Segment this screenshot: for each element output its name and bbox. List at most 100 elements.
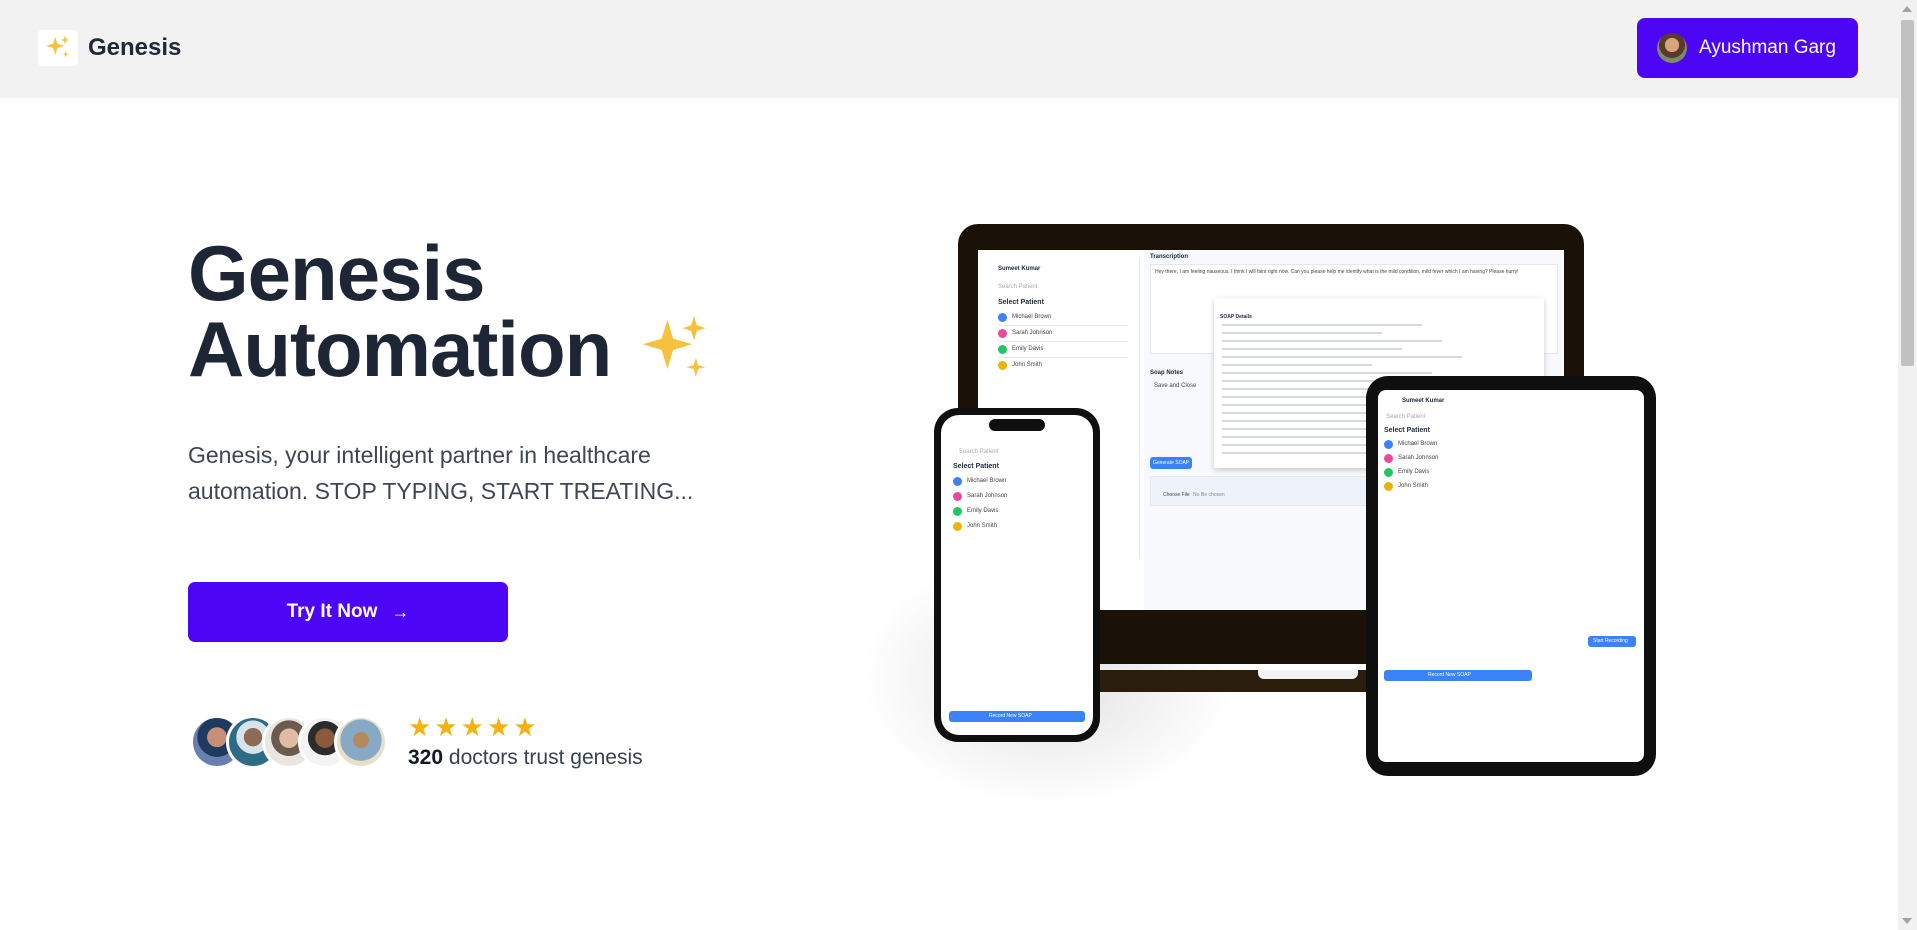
patient-name: Michael Brown — [1012, 314, 1052, 320]
trust-text: ★ ★ ★ ★ ★ 320 doctors trust genesis — [408, 714, 643, 770]
select-patient-heading: Select Patient — [998, 299, 1044, 306]
patient-dot — [1384, 468, 1393, 477]
patient-dot — [998, 329, 1007, 338]
start-recording-label: Start Recording — [1593, 638, 1628, 644]
doctor-name: Sumeet Kumar — [1402, 398, 1445, 404]
patient-name: John Smith — [1012, 362, 1043, 368]
brand-name: Genesis — [88, 34, 182, 61]
scroll-up-arrow-icon[interactable] — [1902, 6, 1912, 12]
patient-name: Emily Davis — [967, 508, 999, 514]
save-close: Save and Close — [1154, 383, 1197, 389]
patient-dot — [1384, 482, 1393, 491]
record-new-soap-label: Record New SOAP — [1428, 672, 1471, 678]
star-icon: ★ — [434, 712, 458, 742]
star-icon: ★ — [513, 712, 537, 742]
top-navbar: Genesis Ayushman Garg — [0, 0, 1898, 98]
text-line — [1222, 324, 1422, 326]
patient-dot — [953, 522, 962, 531]
doctor-name: Sumeet Kumar — [998, 266, 1041, 272]
user-avatar — [1657, 33, 1687, 63]
hero-title: Genesis Automation — [188, 229, 713, 399]
patient-dot — [998, 313, 1007, 322]
hero-title-line-2: Automation — [188, 310, 713, 399]
social-proof: ★ ★ ★ ★ ★ 320 doctors trust genesis — [190, 714, 643, 770]
no-file-chosen: No file chosen — [1193, 492, 1225, 498]
patient-dot — [953, 507, 962, 516]
generate-soap-button: Generate SOAP — [1150, 457, 1192, 469]
star-icon: ★ — [408, 712, 432, 742]
hero-title-line-1: Genesis — [188, 229, 486, 317]
phone-mockup: Search Patient Select Patient Michael Br… — [934, 408, 1100, 742]
patient-dot — [953, 477, 962, 486]
hero-subtitle-line-2: automation. STOP TYPING, START TREATING.… — [188, 478, 694, 504]
patient-name: John Smith — [967, 523, 998, 529]
sparkles-icon — [38, 30, 78, 66]
patient-dot — [998, 345, 1007, 354]
page: Genesis Ayushman Garg Genesis Automation… — [0, 0, 1917, 930]
choose-file: Choose File — [1163, 492, 1190, 498]
laptop-notch — [1258, 670, 1358, 679]
try-it-now-label: Try It Now — [286, 601, 378, 622]
select-patient-heading: Select Patient — [1384, 427, 1430, 434]
brand[interactable]: Genesis — [38, 30, 181, 66]
select-patient-heading: Select Patient — [953, 463, 999, 470]
doctor-avatars — [190, 715, 388, 769]
patient-name: Michael Brown — [1398, 441, 1438, 447]
tablet-screen: Sumeet Kumar Search Patient Select Patie… — [1378, 390, 1644, 762]
record-new-soap-label: Record New SOAP — [989, 713, 1032, 719]
patient-name: Emily Davis — [1012, 346, 1044, 352]
hero-subtitle: Genesis, your intelligent partner in hea… — [188, 437, 748, 509]
divider — [998, 325, 1128, 326]
tablet-mockup: Sumeet Kumar Search Patient Select Patie… — [1366, 376, 1656, 776]
start-recording-button: Start Recording — [1588, 636, 1636, 647]
try-it-now-button[interactable]: Try It Now → — [188, 582, 508, 642]
patient-name: Sarah Johnson — [1012, 330, 1053, 336]
rating-stars: ★ ★ ★ ★ ★ — [408, 714, 643, 740]
text-line — [1222, 332, 1382, 334]
text-line — [1222, 372, 1432, 374]
scroll-thumb[interactable] — [1901, 20, 1914, 366]
patient-dot — [998, 361, 1007, 370]
patient-name: Michael Brown — [967, 478, 1007, 484]
transcription-text: Hey there, I am feeling nauseous. I thin… — [1155, 269, 1519, 275]
trust-label: doctors trust genesis — [448, 746, 643, 769]
soap-notes-label: Soap Notes — [1150, 370, 1184, 376]
text-line — [1222, 364, 1372, 366]
user-name: Ayushman Garg — [1699, 37, 1836, 58]
search-patient: Search Patient — [959, 449, 999, 455]
arrow-right-icon: → — [391, 601, 410, 622]
generate-soap-label: Generate SOAP — [1153, 460, 1190, 466]
record-new-soap-button: Record New SOAP — [1384, 670, 1532, 681]
patient-dot — [953, 492, 962, 501]
hero-subtitle-line-1: Genesis, your intelligent partner in hea… — [188, 442, 651, 468]
text-line — [1222, 340, 1442, 342]
divider — [998, 341, 1128, 342]
sparkles-icon — [637, 312, 713, 399]
scroll-down-arrow-icon[interactable] — [1902, 918, 1912, 924]
phone-notch — [989, 419, 1045, 431]
search-patient: Search Patient — [1386, 414, 1426, 420]
divider — [998, 357, 1128, 358]
avatar — [334, 715, 388, 769]
text-line — [1222, 356, 1462, 358]
hero-title-automation: Automation — [188, 305, 612, 393]
patient-name: Sarah Johnson — [967, 493, 1008, 499]
record-new-soap-button: Record New SOAP — [949, 711, 1085, 722]
patient-name: Sarah Johnson — [1398, 455, 1439, 461]
star-icon: ★ — [460, 712, 484, 742]
patient-dot — [1384, 440, 1393, 449]
page-scrollbar[interactable] — [1898, 0, 1917, 930]
star-icon: ★ — [486, 712, 511, 742]
doctor-count: 320 — [408, 746, 444, 769]
patient-dot — [1384, 454, 1393, 463]
soap-details-title: SOAP Details — [1220, 314, 1252, 320]
device-mockup-image: Sumeet Kumar Search Patient Select Patie… — [858, 218, 1658, 808]
patient-name: John Smith — [1398, 483, 1429, 489]
trust-caption: 320 doctors trust genesis — [408, 746, 643, 770]
search-patient: Search Patient — [998, 284, 1038, 290]
patient-name: Emily Davis — [1398, 469, 1430, 475]
transcription-label: Transcription — [1150, 254, 1189, 260]
user-profile-button[interactable]: Ayushman Garg — [1637, 18, 1858, 78]
text-line — [1222, 348, 1402, 350]
phone-screen: Search Patient Select Patient Michael Br… — [941, 415, 1093, 735]
